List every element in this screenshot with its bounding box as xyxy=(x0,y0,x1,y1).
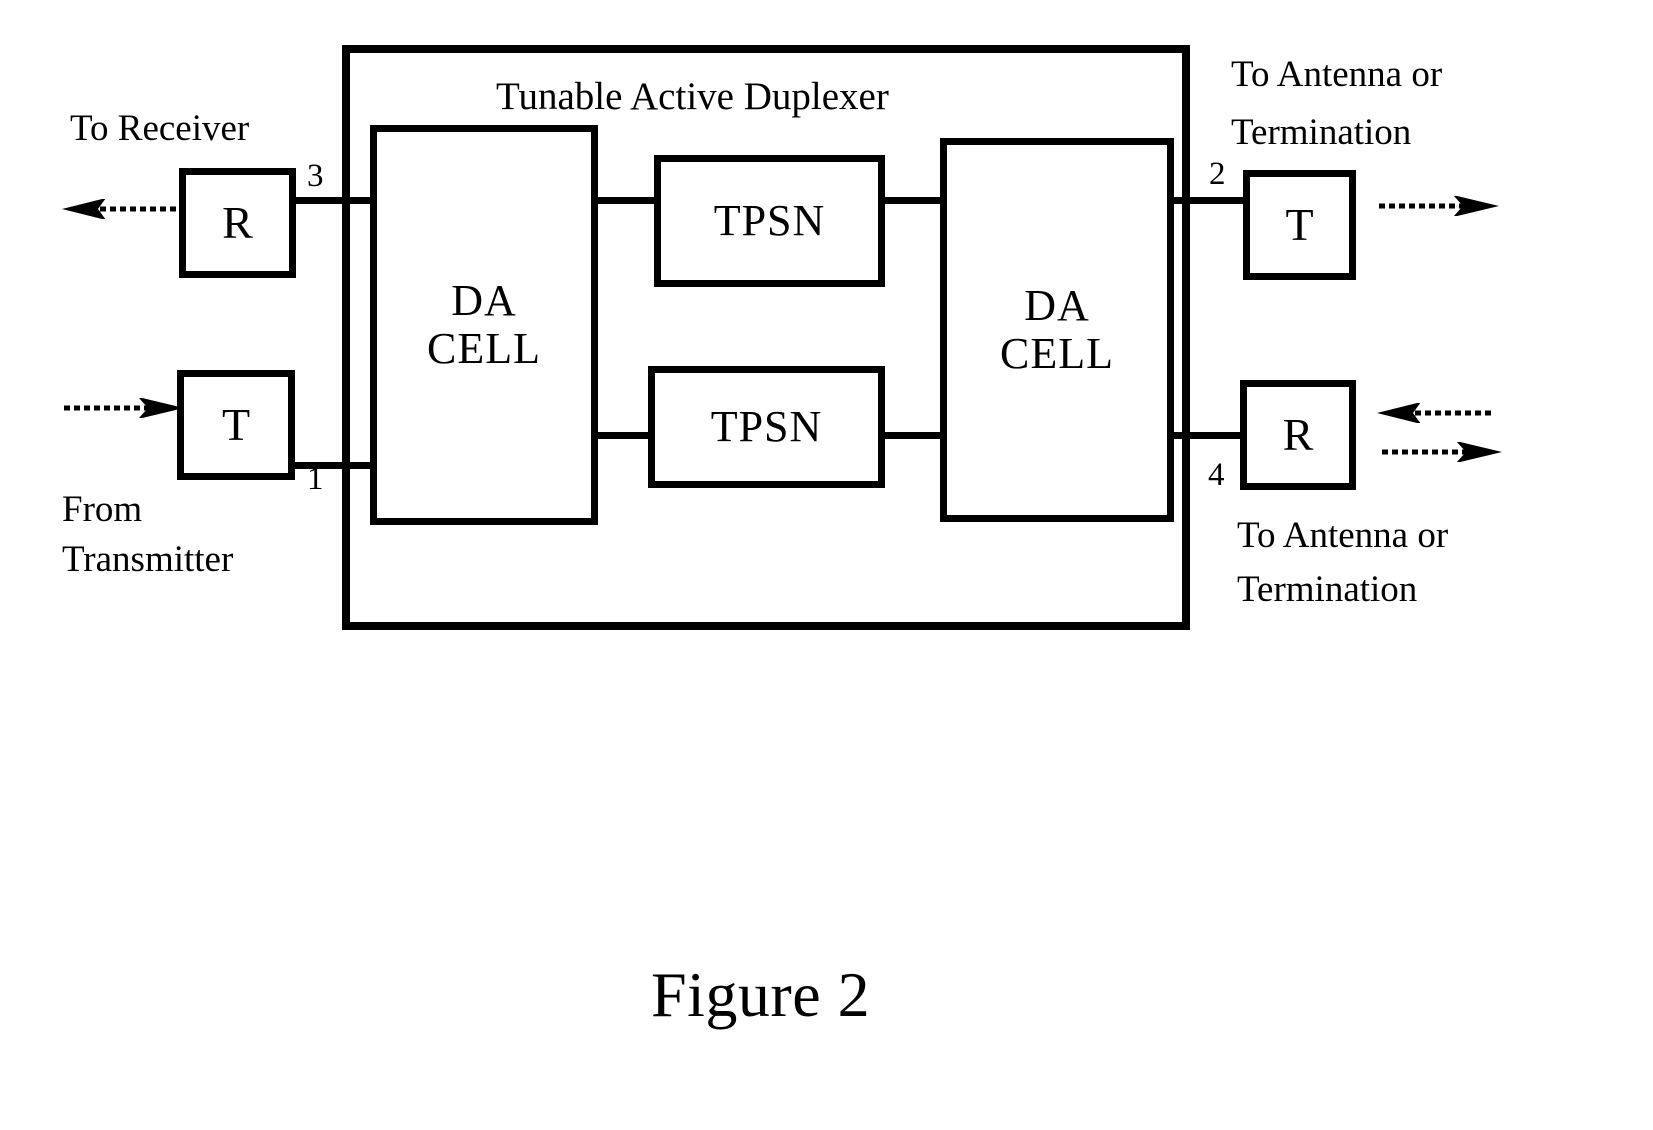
port-number-1: 1 xyxy=(307,461,324,497)
label-to-receiver: To Receiver xyxy=(70,108,250,149)
da-cell-left-block: DA CELL xyxy=(370,125,598,525)
port-number-2: 2 xyxy=(1209,156,1226,192)
figure-canvas: Tunable Active Duplexer DA CELL TPSN TPS… xyxy=(0,0,1653,1130)
wire-tpsn-bottom-to-dacellR xyxy=(881,432,943,439)
container-title: Tunable Active Duplexer xyxy=(496,75,889,118)
label-from-transmitter-line2: Transmitter xyxy=(62,539,234,580)
arrow-from-transmitter-icon xyxy=(62,398,184,418)
arrow-to-receiver-icon xyxy=(62,199,182,219)
receiver-block-bottom-right: R xyxy=(1240,380,1356,490)
da-cell-left-line2: CELL xyxy=(427,324,541,373)
transmitter-block-bottom-left: T xyxy=(177,370,295,480)
label-from-transmitter-line1: From xyxy=(62,489,143,530)
transmitter-bottom-left-label: T xyxy=(221,399,251,451)
tpsn-top-block: TPSN xyxy=(654,155,885,287)
wire-dacellL-to-tpsn-bottom xyxy=(596,432,652,439)
receiver-block-top-left: R xyxy=(179,168,296,278)
wire-dacellL-to-tpsn-top xyxy=(596,197,658,204)
receiver-bottom-right-label: R xyxy=(1282,409,1314,461)
tpsn-top-label: TPSN xyxy=(713,196,826,246)
port-number-4: 4 xyxy=(1208,457,1225,493)
receiver-top-left-label: R xyxy=(222,197,253,249)
transmitter-block-top-right: T xyxy=(1243,170,1356,280)
arrow-antenna-out-bottom-icon xyxy=(1380,442,1502,462)
da-cell-right-line1: DA xyxy=(1024,281,1090,331)
arrow-antenna-in-bottom-icon xyxy=(1377,403,1497,423)
da-cell-left-label: DA CELL xyxy=(427,277,541,372)
figure-caption: Figure 2 xyxy=(651,959,871,1030)
da-cell-right-block: DA CELL xyxy=(940,138,1174,522)
port-number-3: 3 xyxy=(307,158,324,194)
tpsn-bottom-block: TPSN xyxy=(648,366,885,488)
da-cell-right-label: DA CELL xyxy=(1000,282,1114,377)
label-antenna-bottom-line1: To Antenna or xyxy=(1237,515,1449,556)
wire-port4-to-r-bottom xyxy=(1171,432,1247,439)
da-cell-left-line1: DA xyxy=(451,276,517,326)
da-cell-right-line2: CELL xyxy=(1000,329,1114,378)
transmitter-top-right-label: T xyxy=(1285,199,1314,251)
arrow-antenna-out-top-icon xyxy=(1377,196,1499,216)
wire-port2-to-t-top xyxy=(1171,197,1247,204)
wire-tpsn-top-to-dacellR xyxy=(881,197,943,204)
tpsn-bottom-label: TPSN xyxy=(710,402,823,452)
label-antenna-top-line1: To Antenna or xyxy=(1231,54,1443,95)
label-antenna-top-line2: Termination xyxy=(1231,112,1412,153)
label-antenna-bottom-line2: Termination xyxy=(1237,569,1418,610)
wire-r-top-to-port3 xyxy=(295,197,373,204)
